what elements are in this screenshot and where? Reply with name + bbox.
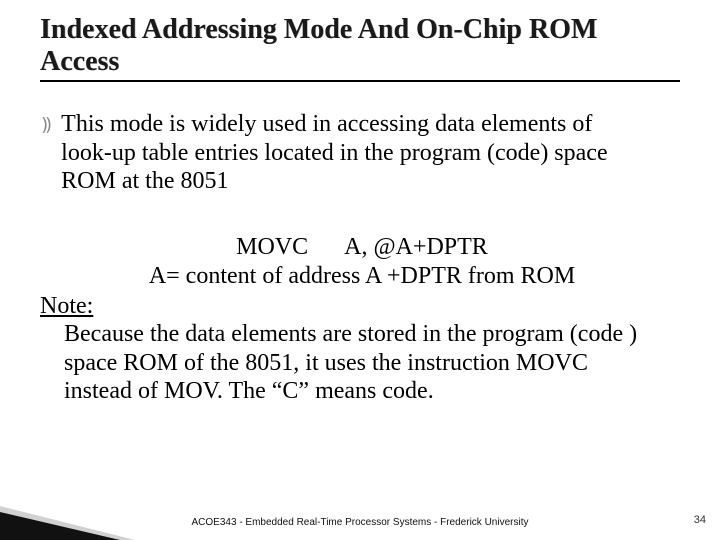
page-number: 34 — [694, 514, 706, 526]
note-label: Note: — [40, 292, 680, 320]
bullet-item: ⸩ This mode is widely used in accessing … — [40, 110, 680, 195]
bullet-text: This mode is widely used in accessing da… — [61, 110, 641, 195]
code-block: MOVC A, @A+DPTR A= content of address A … — [40, 233, 660, 290]
code-explanation: A= content of address A +DPTR from ROM — [64, 262, 660, 290]
code-instruction: MOVC A, @A+DPTR — [64, 233, 660, 261]
bullet-marker-icon: ⸩ — [42, 110, 51, 138]
slide: Indexed Addressing Mode And On-Chip ROM … — [0, 0, 720, 540]
slide-title: Indexed Addressing Mode And On-Chip ROM … — [40, 14, 680, 82]
slide-footer: ACOE343 - Embedded Real-Time Processor S… — [0, 517, 720, 529]
note-text: Because the data elements are stored in … — [40, 320, 660, 405]
slide-body: ⸩ This mode is widely used in accessing … — [40, 110, 680, 405]
